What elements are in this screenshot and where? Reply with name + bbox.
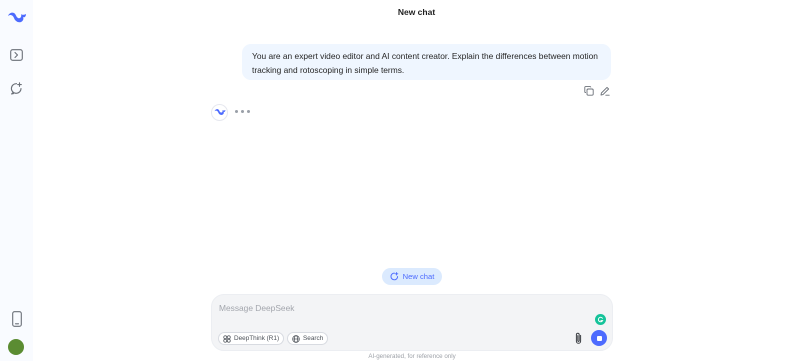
search-label: Search	[303, 335, 324, 342]
typing-indicator	[235, 110, 250, 113]
grammarly-icon[interactable]	[595, 314, 606, 325]
mobile-app-icon[interactable]	[0, 309, 33, 329]
sidebar	[0, 0, 33, 361]
page-title: New chat	[397, 7, 436, 17]
assistant-avatar	[211, 104, 228, 121]
deepseek-logo-icon[interactable]	[0, 9, 33, 29]
search-toggle[interactable]: Search	[287, 332, 329, 345]
ai-disclaimer: AI-generated, for reference only	[368, 353, 456, 360]
user-avatar[interactable]	[8, 339, 24, 355]
edit-message-button[interactable]	[600, 85, 611, 97]
edit-icon	[600, 86, 610, 96]
new-chat-icon	[390, 272, 398, 281]
copy-message-button[interactable]	[584, 85, 595, 97]
deepthink-toggle[interactable]: DeepThink (R1)	[218, 332, 285, 345]
message-composer: DeepThink (R1) Search	[211, 294, 613, 351]
open-sidebar-icon[interactable]	[0, 46, 33, 64]
deepthink-icon	[223, 334, 231, 343]
globe-icon	[292, 334, 300, 343]
deepseek-logo-icon	[214, 108, 225, 115]
stop-generating-button[interactable]	[591, 330, 607, 346]
new-chat-button[interactable]: New chat	[382, 268, 442, 285]
paperclip-icon	[575, 332, 581, 344]
message-input[interactable]	[219, 301, 579, 315]
stop-icon	[596, 335, 602, 341]
new-chat-icon[interactable]	[0, 79, 33, 97]
new-chat-label: New chat	[402, 272, 435, 281]
copy-icon	[584, 86, 594, 96]
deepthink-label: DeepThink (R1)	[234, 335, 280, 342]
app-root: New chat You are an expert video editor …	[0, 0, 800, 361]
user-message: You are an expert video editor and AI co…	[242, 44, 611, 80]
attach-file-button[interactable]	[572, 331, 584, 345]
